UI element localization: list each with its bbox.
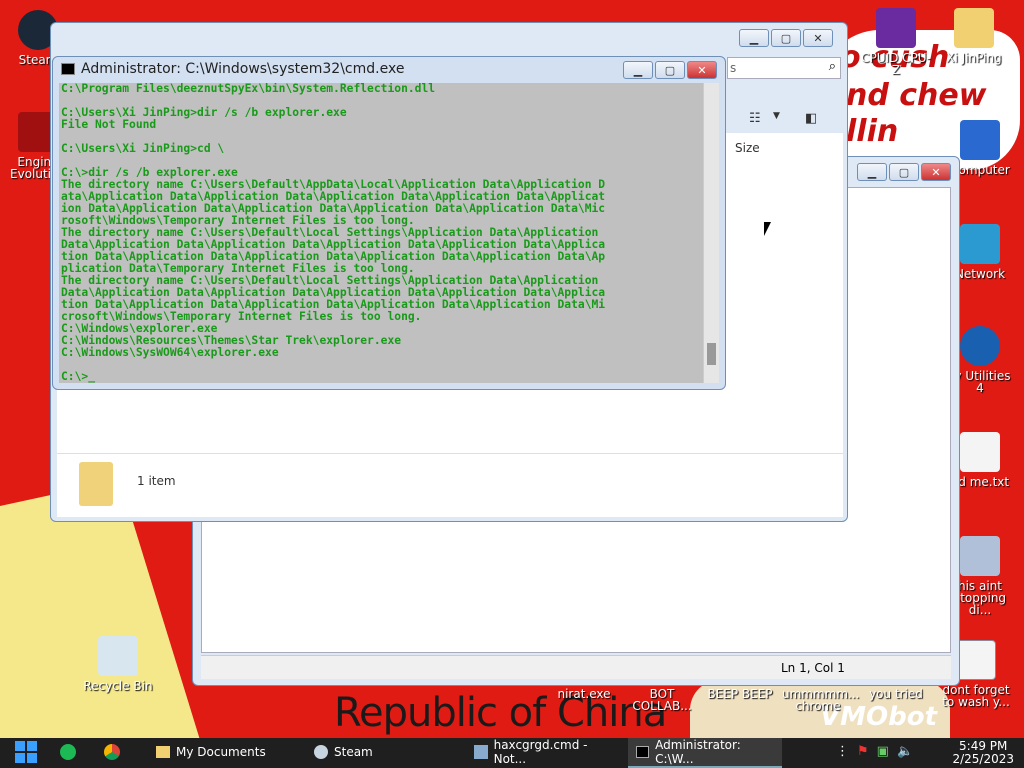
explorer-details-pane: 1 item [57, 453, 843, 517]
desktop-icon-recycle-bin[interactable]: Recycle Bin [82, 636, 154, 692]
cmd-console[interactable]: C:\Program Files\deeznutSpyEx\bin\System… [59, 83, 719, 383]
taskbar-pinned-chrome[interactable] [96, 738, 148, 768]
taskbar-item-label: My Documents [176, 745, 266, 759]
view-options[interactable]: ☷ ▼ ◧ [727, 107, 837, 131]
scrollbar-thumb[interactable] [707, 343, 716, 365]
cmd-line: C:\>_ [61, 370, 96, 383]
taskbar-item-steam[interactable]: Steam [306, 738, 466, 768]
cmd-scrollbar[interactable] [703, 83, 719, 383]
desktop-icon-label: Xi JinPing [946, 51, 1002, 65]
desktop-icon-beep[interactable]: BEEP BEEP [704, 688, 776, 700]
maximize-button[interactable]: ▢ [889, 163, 919, 181]
desktop-icon-user-folder[interactable]: Xi JinPing [938, 8, 1010, 64]
network-icon[interactable]: ▣ [877, 744, 889, 759]
cursor-position: Ln 1, Col 1 [781, 661, 845, 675]
close-button[interactable]: ✕ [921, 163, 951, 181]
desktop-icon-label: CPUID CPU-Z [861, 51, 931, 77]
computer-icon [960, 120, 1000, 160]
wallpaper-banner: Republic of China [290, 690, 680, 738]
cmd-window[interactable]: Administrator: C:\Windows\system32\cmd.e… [52, 56, 726, 390]
cmd-title: Administrator: C:\Windows\system32\cmd.e… [81, 61, 405, 77]
desktop-icon-label: dont forget to wash y... [942, 683, 1010, 709]
chevron-down-icon: ▼ [773, 111, 780, 121]
desktop-icon-label: nirat.exe [557, 687, 611, 701]
search-input-text: s [730, 61, 737, 75]
network-icon [960, 224, 1000, 264]
taskbar-item-my-documents[interactable]: My Documents [148, 738, 306, 768]
desktop-icon-label: BOT COLLAB... [632, 687, 692, 713]
spotify-icon [60, 744, 76, 760]
explorer-window-controls: ▁ ▢ ✕ [739, 29, 833, 47]
notepad-status-bar: Ln 1, Col 1 [201, 655, 951, 679]
cmd-line: File Not Found [61, 118, 157, 131]
column-size[interactable]: Size [735, 141, 760, 155]
taskbar-item-label: haxcgrgd.cmd - Not... [493, 738, 588, 766]
clock-date: 2/25/2023 [952, 752, 1014, 766]
desktop-icon-cpuz[interactable]: CPUID CPU-Z [860, 8, 932, 76]
start-button[interactable] [0, 738, 52, 768]
cmd-output: C:\Program Files\deeznutSpyEx\bin\System… [61, 83, 605, 383]
desktop-icon-you-tried[interactable]: you tried [860, 688, 932, 700]
desktop-icon-label: Network [954, 267, 1006, 281]
desktop-icon-label: his aint stopping di... [953, 579, 1007, 617]
desktop-icon-bot-collab[interactable]: BOT COLLAB... [626, 688, 698, 712]
close-button[interactable]: ✕ [803, 29, 833, 47]
folder-icon [79, 462, 113, 506]
cmd-line [61, 359, 605, 371]
close-button[interactable]: ✕ [687, 61, 717, 79]
system-clock[interactable]: 5:49 PM 2/25/2023 [952, 740, 1014, 766]
minimize-button[interactable]: ▁ [739, 29, 769, 47]
desktop-icon-label: ummmmm... chrome [782, 687, 860, 713]
cmd-icon [636, 746, 650, 758]
search-input[interactable]: s ⌕ [727, 57, 841, 79]
desktop-icon-label: BEEP BEEP [707, 687, 773, 701]
minimize-button[interactable]: ▁ [623, 61, 653, 79]
minimize-button[interactable]: ▁ [857, 163, 887, 181]
maximize-button[interactable]: ▢ [771, 29, 801, 47]
cmd-line: C:\Windows\SysWOW64\explorer.exe [61, 346, 279, 359]
folder-icon [954, 8, 994, 48]
notepad-icon [474, 745, 488, 759]
folder-icon [156, 746, 170, 758]
cmd-line: C:\Users\Xi JinPing>cd \ [61, 142, 225, 155]
preview-pane-icon: ◧ [805, 111, 818, 126]
desktop-icon-chrome[interactable]: ummmmm... chrome [782, 688, 860, 712]
desktop-icon-label: you tried [869, 687, 923, 701]
program-icon [960, 536, 1000, 576]
taskbar-item-cmd[interactable]: Administrator: C:\W... [628, 738, 782, 768]
mouse-cursor [764, 222, 771, 236]
calendar-icon [956, 640, 996, 680]
steam-icon [314, 745, 328, 759]
cmd-icon [61, 63, 75, 75]
recycle-bin-icon [98, 636, 138, 676]
text-file-icon [960, 432, 1000, 472]
view-list-icon: ☷ [749, 111, 761, 126]
cmd-line: C:\Program Files\deeznutSpyEx\bin\System… [61, 83, 436, 95]
volume-icon[interactable]: 🔈 [897, 744, 913, 759]
taskbar: My Documents Steam haxcgrgd.cmd - Not...… [0, 738, 1024, 768]
flag-icon[interactable]: ⚑ [857, 744, 869, 759]
desktop-icon-nirat[interactable]: nirat.exe [548, 688, 620, 700]
notepad-window-controls: ▁ ▢ ✕ [857, 163, 951, 181]
wallpaper-text: llin [846, 114, 899, 149]
overflow-icon[interactable]: ⋮ [836, 744, 849, 759]
taskbar-item-label: Steam [334, 745, 373, 759]
system-tray: ⋮ ⚑ ▣ 🔈 [836, 744, 913, 759]
maximize-button[interactable]: ▢ [655, 61, 685, 79]
windows-logo-icon [15, 741, 37, 763]
search-icon: ⌕ [828, 59, 836, 74]
item-count: 1 item [137, 474, 176, 488]
cpuz-icon [876, 8, 916, 48]
taskbar-item-notepad[interactable]: haxcgrgd.cmd - Not... [466, 738, 628, 768]
wallpaper-text: nd chew [846, 78, 987, 113]
taskbar-pinned-spotify[interactable] [52, 738, 96, 768]
taskbar-item-label: Administrator: C:\W... [655, 738, 741, 766]
desktop-icon-label: Recycle Bin [83, 679, 153, 693]
chrome-icon [104, 744, 120, 760]
utilities-icon [960, 326, 1000, 366]
cmd-window-controls: ▁ ▢ ✕ [623, 61, 717, 79]
